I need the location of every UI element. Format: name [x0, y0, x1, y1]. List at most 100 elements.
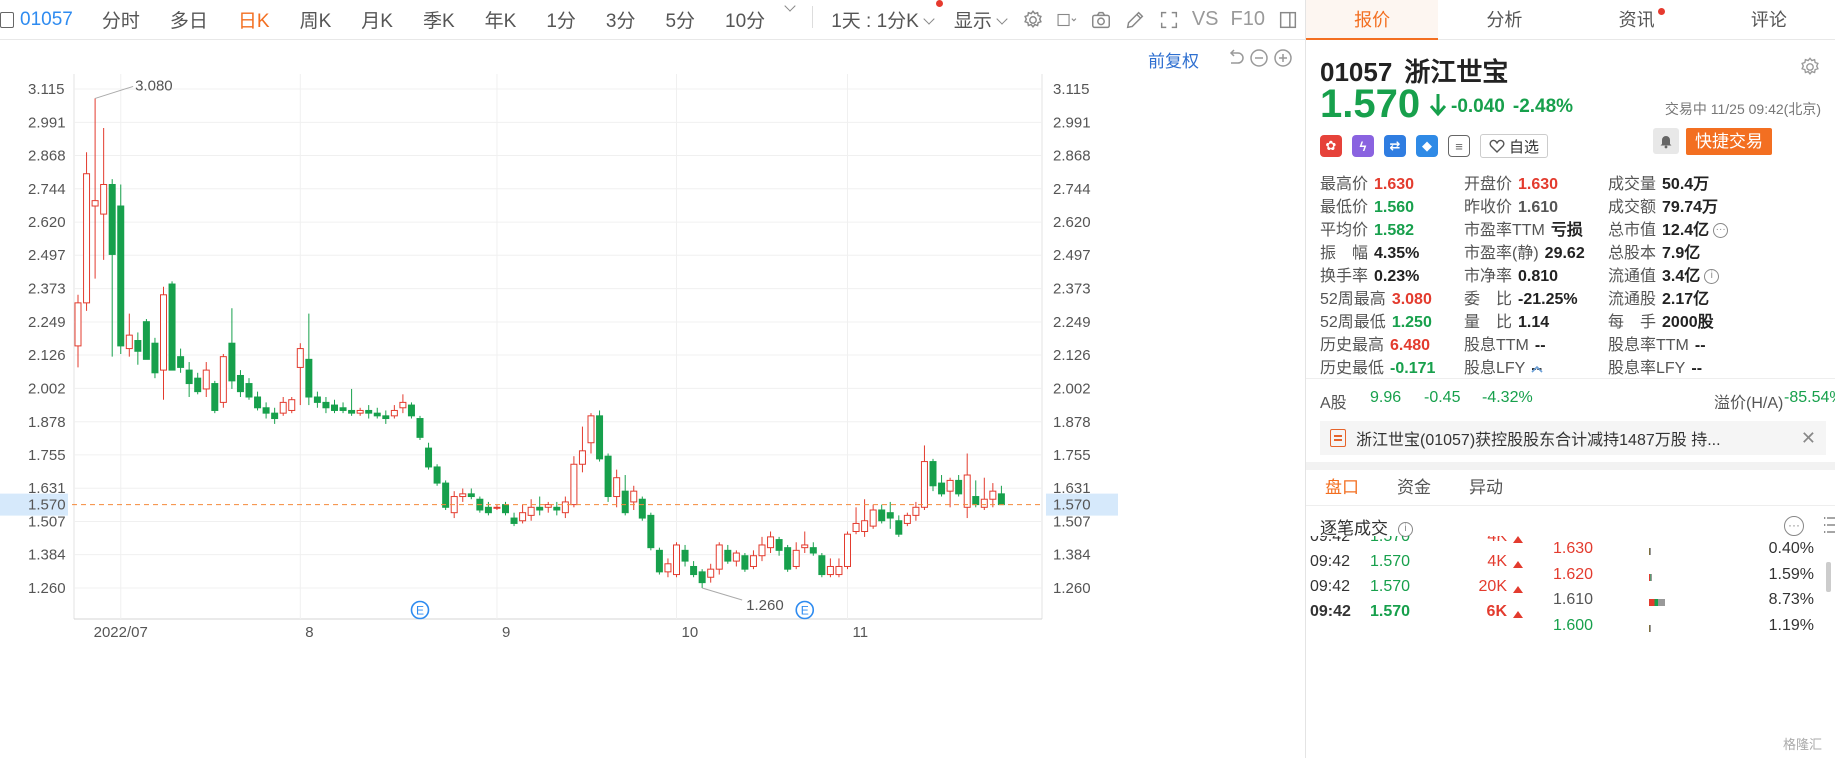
- stat-label: 股息率LFY: [1608, 360, 1686, 377]
- tab-period-9[interactable]: 5分: [665, 6, 695, 33]
- info-icon[interactable]: i: [1398, 522, 1413, 538]
- add-watchlist-button[interactable]: 自选: [1480, 134, 1549, 158]
- stat-cell: 市盈率TTM 亏损: [1464, 216, 1608, 239]
- trade-row: 09:42 1.570 20K: [1306, 578, 1531, 603]
- a-share-price: 9.96: [1370, 389, 1402, 406]
- fullscreen-icon[interactable]: [1158, 7, 1180, 33]
- shuffle-icon[interactable]: ⇄: [1384, 135, 1406, 157]
- more-icon[interactable]: ···: [1713, 223, 1729, 239]
- sidebar-toggle-icon[interactable]: [0, 0, 14, 40]
- tab-period-0[interactable]: 分时: [102, 6, 140, 33]
- tab-period-4[interactable]: 月K: [361, 6, 393, 33]
- note-icon[interactable]: ≡: [1448, 135, 1470, 157]
- candle: [886, 501, 894, 529]
- candle: [698, 569, 706, 588]
- candle: [775, 536, 783, 556]
- candle: [160, 286, 167, 400]
- list-icon[interactable]: [1824, 514, 1835, 536]
- candle: [484, 501, 492, 516]
- candle: [903, 512, 911, 527]
- f10-button[interactable]: F10: [1231, 8, 1265, 31]
- tab-quote[interactable]: 报价: [1306, 0, 1439, 40]
- quick-trade-button[interactable]: 快捷交易: [1686, 128, 1772, 155]
- candle-body: [861, 520, 869, 533]
- display-select[interactable]: 显示: [954, 6, 1008, 33]
- candle-body: [664, 563, 672, 573]
- stat-value: 1.14: [1518, 314, 1550, 331]
- candle: [185, 362, 193, 398]
- trade-row: 09:42 1.570 4K: [1306, 553, 1531, 578]
- info-icon[interactable]: i: [1704, 269, 1720, 285]
- settings-icon[interactable]: [1022, 7, 1044, 33]
- tab-period-10[interactable]: 10分: [725, 6, 765, 33]
- tab-period-3[interactable]: 周K: [300, 6, 332, 33]
- adjust-mode-button[interactable]: 前复权: [1148, 47, 1199, 72]
- stat-value: --: [1691, 360, 1703, 377]
- hk-flag-icon[interactable]: ✿: [1320, 135, 1342, 157]
- more-icon[interactable]: ···: [1784, 516, 1804, 536]
- tab-period-6[interactable]: 年K: [485, 6, 517, 33]
- stats-row: 最高价 1.630 开盘价 1.630 成交量 50.4万: [1320, 170, 1760, 193]
- stat-value: 2.17亿: [1662, 291, 1710, 308]
- tab-movement[interactable]: 异动: [1450, 470, 1522, 505]
- y-tick-label-left: 1.384: [28, 547, 66, 564]
- stat-cell: 股息率LFY --: [1608, 354, 1752, 377]
- compare-vs-button[interactable]: VS: [1192, 8, 1219, 31]
- dist-row: 1.600 1.19%: [1531, 617, 1835, 643]
- trade-vol: 6K: [1486, 603, 1507, 620]
- panel-toggle-icon[interactable]: [1277, 7, 1299, 33]
- dist-price: 1.630: [1553, 540, 1594, 557]
- y-tick-label-left: 1.507: [28, 514, 66, 531]
- candle-body: [407, 404, 415, 417]
- candle: [74, 294, 82, 368]
- tab-period-7[interactable]: 1分: [546, 6, 576, 33]
- candle-body: [442, 482, 450, 508]
- stat-cell: 股息TTM --: [1464, 331, 1608, 354]
- stat-value: 1.630: [1518, 176, 1559, 193]
- tab-period-1[interactable]: 多日: [170, 6, 208, 33]
- a-share-row[interactable]: A股 9.96 -0.45 -4.32% 溢价(H/A) -85.54%: [1306, 378, 1835, 414]
- stat-label: 历史最高: [1320, 337, 1385, 354]
- chevron-down-icon[interactable]: [784, 0, 796, 12]
- tab-comments[interactable]: 评论: [1703, 0, 1835, 39]
- camera-icon[interactable]: [1090, 7, 1112, 33]
- candle: [373, 407, 381, 419]
- tab-analysis[interactable]: 分析: [1438, 0, 1570, 39]
- zoom-out-icon[interactable]: [1249, 48, 1269, 68]
- draw-rect-icon[interactable]: [1056, 7, 1078, 33]
- candle-body: [955, 479, 963, 495]
- pencil-icon[interactable]: [1124, 7, 1146, 33]
- tab-period-5[interactable]: 季K: [423, 6, 455, 33]
- tab-capital[interactable]: 资金: [1378, 470, 1450, 505]
- trade-time: 09:42: [1310, 578, 1351, 595]
- tab-period-2[interactable]: 日K: [238, 6, 270, 33]
- tab-period-8[interactable]: 3分: [606, 6, 636, 33]
- y-tick-label-left: 2.249: [28, 314, 66, 331]
- stat-label: 平均价: [1320, 222, 1369, 239]
- news-banner[interactable]: 浙江世宝(01057)获控股股东合计减持1487万股 持... ✕: [1320, 421, 1826, 455]
- connect-icon[interactable]: ϟ: [1352, 135, 1374, 157]
- candle: [296, 343, 304, 406]
- gear-icon[interactable]: [1799, 56, 1821, 78]
- candle-body: [125, 334, 133, 350]
- interval-select[interactable]: 1天 : 1分K: [831, 0, 943, 33]
- bell-icon[interactable]: [1653, 128, 1679, 154]
- y-tick-label-left: 1.755: [28, 447, 66, 464]
- tab-orderbook[interactable]: 盘口: [1306, 470, 1378, 505]
- undo-icon[interactable]: [1226, 48, 1246, 68]
- candle-body: [972, 496, 980, 506]
- candle: [519, 504, 527, 524]
- close-icon[interactable]: ✕: [1801, 428, 1816, 449]
- tab-news[interactable]: 资讯: [1571, 0, 1703, 39]
- stock-code-label[interactable]: 01057: [20, 9, 73, 31]
- news-headline[interactable]: 浙江世宝(01057)获控股股东合计减持1487万股 持...: [1356, 426, 1721, 450]
- candle: [117, 184, 125, 354]
- chevron-up-icon[interactable]: [1531, 365, 1543, 373]
- zoom-in-icon[interactable]: [1273, 48, 1293, 68]
- y-tick-label-right: 2.620: [1053, 214, 1091, 231]
- up-arrow-icon: [1513, 536, 1523, 543]
- tag-icon[interactable]: ◆: [1416, 135, 1438, 157]
- candle-body: [467, 493, 475, 498]
- scrollbar[interactable]: [1826, 562, 1831, 592]
- candlestick-chart[interactable]: 3.115 3.115 2.991 2.991 2.868 2.868 2.744 2.744…: [0, 74, 1305, 758]
